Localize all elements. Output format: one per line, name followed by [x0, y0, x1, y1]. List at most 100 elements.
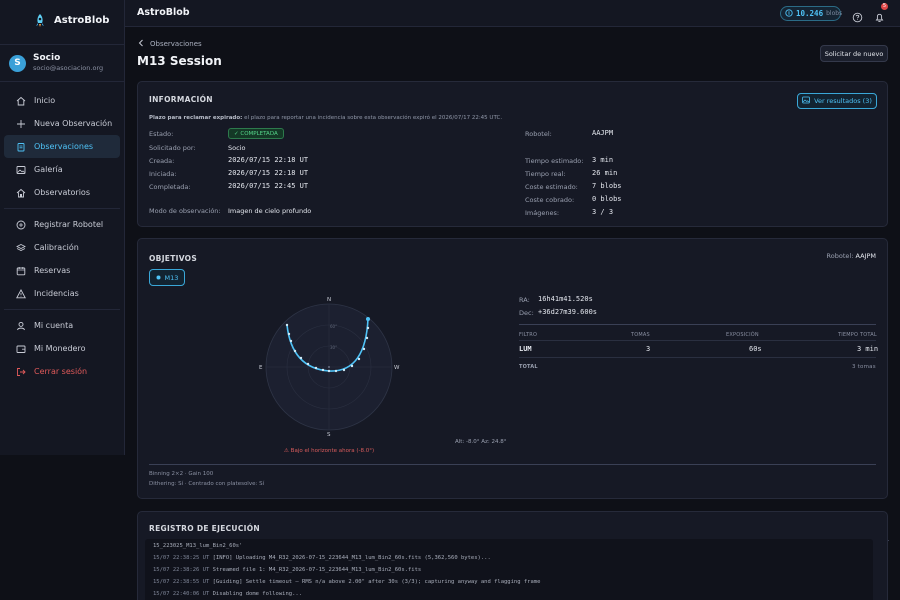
- targets-robotel: Robotel: AAJPM: [827, 252, 876, 260]
- help-icon[interactable]: [852, 8, 863, 23]
- col-tiempo-total: TIEMPO TOTAL: [838, 332, 877, 338]
- creada-label: Creada:: [149, 157, 175, 165]
- t-real-label: Tiempo real:: [525, 170, 566, 178]
- plus-icon: [16, 119, 26, 129]
- log-message: Disabling dome following...: [209, 591, 303, 597]
- completada-label: Completada:: [149, 183, 191, 191]
- sidebar-item-incidencias[interactable]: Incidencias: [4, 282, 120, 305]
- layers-icon: [16, 243, 26, 253]
- solicitado-label: Solicitado por:: [149, 144, 196, 152]
- alt-az-readout: Alt: -8.0° Az: 24.8°: [455, 439, 507, 445]
- total-label: TOTAL: [519, 364, 538, 370]
- completada-value: 2026/07/15 22:45 UT: [228, 182, 309, 190]
- row-tiempo-total: 3 min: [857, 345, 879, 353]
- sidebar-item-calibracion[interactable]: Calibración: [4, 236, 120, 259]
- info-card: INFORMACIÓN Ver resultados (3) Plazo par…: [137, 81, 888, 227]
- sidebar-item-reservas[interactable]: Reservas: [4, 259, 120, 282]
- sidebar-item-label: Mi Monedero: [34, 344, 86, 353]
- sidebar-item-label: Nueva Observación: [34, 119, 113, 128]
- notice-label: Plazo para reclamar expirado:: [149, 115, 243, 121]
- creada-value: 2026/07/15 22:18 UT: [228, 156, 309, 164]
- sidebar-item-galeria[interactable]: Galería: [4, 158, 120, 181]
- view-results-label: Ver resultados (3): [814, 97, 872, 105]
- log-console[interactable]: 15_223025_M13_lum_Bin2_60s' 15/07 22:38:…: [145, 539, 873, 600]
- rocket-icon: [34, 13, 46, 27]
- back-link[interactable]: Observaciones: [138, 39, 202, 49]
- sidebar-item-label: Observatorios: [34, 188, 90, 197]
- sidebar-item-observaciones[interactable]: Observaciones: [4, 135, 120, 158]
- observatory-icon: [16, 188, 26, 198]
- sky-chart: [265, 303, 393, 431]
- compass-n: N: [327, 297, 332, 303]
- clipboard-icon: [16, 142, 26, 152]
- dithering-info: Dithering: Sí · Centrado con platesolve:…: [149, 481, 265, 487]
- balance-badge[interactable]: 10.246 blobs: [780, 6, 843, 21]
- notification-badge: 5: [881, 3, 888, 10]
- compass-s: S: [327, 432, 331, 438]
- targets-robotel-label: Robotel:: [826, 252, 854, 260]
- divider: [4, 309, 120, 310]
- user-name: Socio: [33, 53, 61, 63]
- target-chip-m13[interactable]: M13: [149, 269, 185, 286]
- log-timestamp: 15/07 22:38:55 UT: [153, 579, 210, 585]
- warning-icon: [16, 288, 26, 299]
- user-icon: [16, 321, 26, 331]
- sidebar-item-label: Cerrar sesión: [34, 367, 88, 376]
- balance-unit: blobs: [826, 10, 843, 17]
- alt-ring-30: 30°: [330, 345, 338, 350]
- divider: [4, 208, 120, 209]
- alt-ring-60: 60°: [330, 324, 338, 329]
- sidebar-item-mi-cuenta[interactable]: Mi cuenta: [4, 314, 120, 337]
- page-title: M13 Session: [137, 54, 222, 68]
- row-exposicion: 60s: [749, 345, 762, 353]
- home-icon: [16, 96, 26, 106]
- sidebar: AstroBlob S Socio socio@asociacion.org I…: [0, 0, 125, 455]
- info-title: INFORMACIÓN: [149, 95, 213, 104]
- divider: [519, 357, 876, 358]
- binning-info: Binning 2×2 · Gain 100: [149, 471, 214, 477]
- sidebar-item-mi-monedero[interactable]: Mi Monedero: [4, 337, 120, 360]
- brand[interactable]: AstroBlob: [0, 0, 124, 40]
- total-value: 3 tomas: [852, 364, 876, 370]
- dec-value: +36d27m39.600s: [538, 308, 598, 316]
- modo-value: Imagen de cielo profundo: [228, 207, 312, 215]
- sidebar-item-registrar-robotel[interactable]: Registrar Robotel: [4, 213, 120, 236]
- user-profile[interactable]: S Socio socio@asociacion.org: [0, 44, 124, 82]
- image-icon: [802, 96, 810, 106]
- col-filtro: FILTRO: [519, 332, 538, 338]
- modo-label: Modo de observación:: [149, 207, 221, 215]
- coin-icon: [785, 8, 793, 19]
- robotel-label: Robotel:: [525, 130, 552, 138]
- view-results-button[interactable]: Ver resultados (3): [797, 93, 877, 109]
- row-tomas: 3: [646, 345, 651, 353]
- log-line: 15/07 22:38:26 UT Streamed file 1: M4_R3…: [153, 567, 421, 573]
- log-line: 15/07 22:40:06 UT Disabling dome followi…: [153, 591, 302, 597]
- log-title: REGISTRO DE EJECUCIÓN: [149, 524, 260, 533]
- estado-label: Estado:: [149, 130, 174, 138]
- status-badge: ✓ COMPLETADA: [228, 128, 284, 139]
- t-real-value: 26 min: [592, 169, 618, 177]
- log-line: 15/07 22:38:25 UT [INFO] Uploading M4_R3…: [153, 555, 491, 561]
- sidebar-item-label: Registrar Robotel: [34, 220, 104, 229]
- sidebar-item-label: Incidencias: [34, 289, 79, 298]
- execution-log-card: REGISTRO DE EJECUCIÓN 15_223025_M13_lum_…: [137, 511, 888, 600]
- imagenes-label: Imágenes:: [525, 209, 560, 217]
- dec-label: Dec:: [519, 309, 534, 317]
- col-tomas: TOMAS: [631, 332, 650, 338]
- targets-card: OBJETIVOS Robotel: AAJPM M13 N S E W 60°…: [137, 238, 888, 499]
- dot-icon: [156, 274, 161, 282]
- sidebar-item-inicio[interactable]: Inicio: [4, 89, 120, 112]
- sidebar-item-cerrar-sesion[interactable]: Cerrar sesión: [4, 360, 120, 383]
- col-exposicion: EXPOSICIÓN: [726, 332, 759, 338]
- sidebar-item-label: Calibración: [34, 243, 79, 252]
- target-name: M13: [164, 273, 179, 282]
- request-again-button[interactable]: Solicitar de nuevo: [820, 45, 888, 62]
- t-est-label: Tiempo estimado:: [525, 157, 584, 165]
- t-est-value: 3 min: [592, 156, 614, 164]
- sidebar-item-nueva-observacion[interactable]: Nueva Observación: [4, 112, 120, 135]
- sidebar-item-observatorios[interactable]: Observatorios: [4, 181, 120, 204]
- log-message: Streamed file 1: M4_R32_2026-07-15_22364…: [209, 567, 422, 573]
- logout-icon: [16, 367, 26, 377]
- log-timestamp: 15/07 22:40:06 UT: [153, 591, 210, 597]
- iniciada-value: 2026/07/15 22:18 UT: [228, 169, 309, 177]
